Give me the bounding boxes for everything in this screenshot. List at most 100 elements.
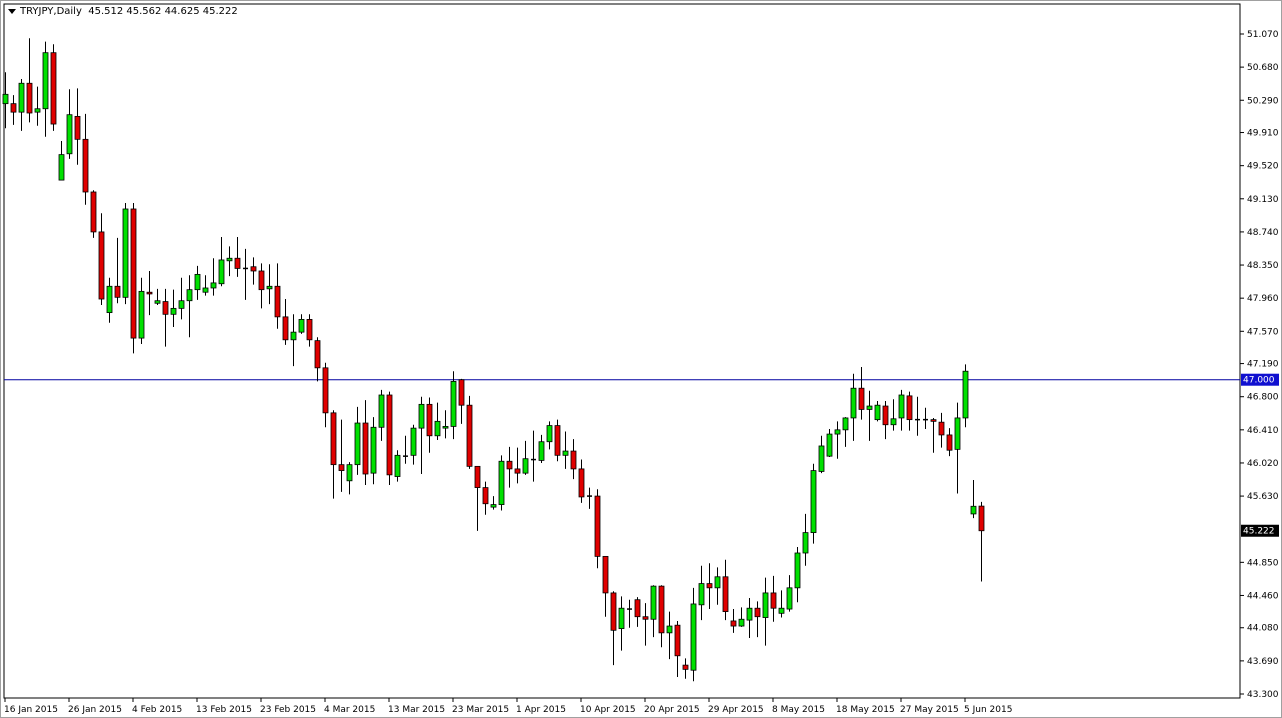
- y-tick-label: 51.070: [1247, 30, 1279, 40]
- candle-body-bear: [466, 404, 473, 467]
- candle-body-bull: [746, 607, 753, 621]
- candle-body-bear: [10, 103, 17, 113]
- candle-body-bear: [98, 231, 105, 300]
- candle: [498, 455, 505, 511]
- y-tick-label: 46.020: [1247, 459, 1279, 469]
- current-price-label: 45.222: [1243, 527, 1275, 537]
- y-tick-label: 46.800: [1247, 393, 1279, 403]
- candle-body-bull: [178, 300, 185, 309]
- candle-body-bear: [362, 422, 369, 475]
- candle-body-bull: [650, 585, 657, 620]
- candle-body-bull: [34, 108, 41, 113]
- candle-body-bull: [738, 618, 745, 627]
- y-tick-label: 48.740: [1247, 228, 1279, 238]
- y-tick-label: 44.850: [1247, 558, 1279, 568]
- candle-body-bear: [946, 434, 953, 451]
- candle-body-bull: [298, 319, 305, 333]
- candle-body-bull: [490, 504, 497, 508]
- candle-body-bull: [18, 82, 25, 113]
- x-tick-label: 4 Mar 2015: [324, 705, 375, 715]
- candle-body-bull: [962, 370, 969, 419]
- candle-body-bear: [250, 266, 257, 272]
- candle-body-bear: [330, 412, 337, 466]
- candle-body-bull: [42, 52, 49, 110]
- candle-body-bull: [618, 607, 625, 629]
- candle-body-bull: [690, 603, 697, 671]
- dropdown-triangle-icon[interactable]: [8, 8, 16, 14]
- y-tick-label: 44.460: [1247, 591, 1279, 601]
- candle-body-bull: [186, 289, 193, 302]
- candle-body-bear: [610, 592, 617, 631]
- candle-body-bear: [314, 340, 321, 369]
- candle-body-bull: [842, 417, 849, 431]
- candle-body-bear: [90, 191, 97, 233]
- candle-body-bear: [938, 421, 945, 436]
- candle-body-bear: [426, 403, 433, 437]
- x-tick-label: 10 Apr 2015: [580, 705, 636, 715]
- plot-area[interactable]: [3, 3, 1241, 699]
- time-axis[interactable]: 16 Jan 2015 26 Jan 2015 4 Feb 2015 13 Feb 2…: [4, 698, 1012, 715]
- candle: [122, 203, 129, 305]
- candle-body-bull: [58, 154, 65, 181]
- y-tick-label: 47.960: [1247, 294, 1279, 304]
- candle-body-bear: [882, 405, 889, 426]
- x-tick-label: 13 Mar 2015: [388, 705, 445, 715]
- candle-body-bull: [866, 405, 873, 410]
- candle-body-bull: [954, 417, 961, 450]
- candle-body-bear: [594, 495, 601, 557]
- candle-body-bear: [570, 450, 577, 470]
- candle-body-bull: [778, 607, 785, 614]
- candle-body-bull: [762, 592, 769, 618]
- candle-body-bear: [74, 115, 81, 140]
- candle-body-bear: [282, 316, 289, 341]
- candle-body-bear: [474, 465, 481, 488]
- x-tick-label: 16 Jan 2015: [4, 705, 58, 715]
- candle: [130, 203, 137, 354]
- candle-body-bear: [642, 616, 649, 620]
- candle-body-bear: [602, 555, 609, 594]
- candle: [90, 190, 97, 238]
- candle-body-bear: [674, 624, 681, 657]
- candle-body-bull: [66, 114, 73, 155]
- candle-body-bull: [818, 445, 825, 472]
- candle-body-bull: [122, 208, 129, 298]
- candle-body-bear: [722, 576, 729, 613]
- candle-body-bull: [410, 427, 417, 456]
- candle-body-bull: [714, 576, 721, 589]
- candle-body-bear: [82, 138, 89, 193]
- candle-body-bear: [930, 419, 937, 422]
- y-tick-label: 46.410: [1247, 426, 1279, 436]
- candle-body-bear: [978, 505, 985, 532]
- y-tick-label: 49.910: [1247, 129, 1279, 139]
- y-tick-label: 47.570: [1247, 327, 1279, 337]
- candle-body-bull: [378, 394, 385, 428]
- candle-body-bull: [786, 587, 793, 610]
- candle-body-bull: [442, 426, 449, 429]
- candle-body-bear: [730, 620, 737, 627]
- y-tick-label: 49.520: [1247, 162, 1279, 172]
- candle-body-bear: [50, 52, 57, 125]
- candle-body-bull: [826, 433, 833, 457]
- candle-body-bull: [346, 464, 353, 482]
- y-tick-label: 50.680: [1247, 63, 1279, 73]
- candlestick-chart[interactable]: 51.070 50.680 50.290 49.910 49.520 49.130 48.7…: [0, 0, 1282, 718]
- candle-body-bull: [354, 422, 361, 466]
- candle-body-bull: [434, 420, 441, 437]
- candle-body-bear: [658, 585, 665, 634]
- candle-body-bull: [218, 259, 225, 285]
- candle-body-bull: [202, 287, 209, 293]
- candle: [394, 450, 401, 482]
- x-tick-label: 13 Feb 2015: [196, 705, 252, 715]
- candle: [810, 463, 817, 544]
- candle-body-bear: [682, 664, 689, 670]
- candle-body-bear: [770, 592, 777, 609]
- candle-body-bull: [210, 282, 217, 289]
- candle-body-bear: [338, 464, 345, 472]
- candle-body-bull: [522, 458, 529, 474]
- y-tick-label: 50.290: [1247, 96, 1279, 106]
- candle: [466, 395, 473, 469]
- x-tick-label: 26 Jan 2015: [68, 705, 122, 715]
- price-axis[interactable]: 51.070 50.680 50.290 49.910 49.520 49.130 48.7…: [1240, 30, 1279, 700]
- symbol-label: TRYJPY,Daily: [20, 6, 82, 17]
- candle: [554, 419, 561, 462]
